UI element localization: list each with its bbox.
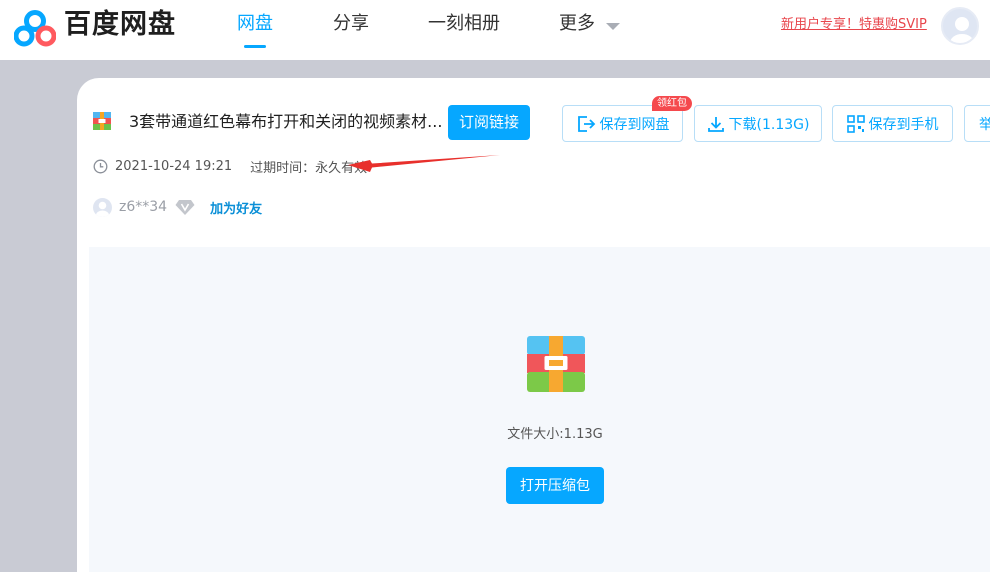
zip-file-icon xyxy=(527,336,585,392)
red-packet-badge: 领红包 xyxy=(652,96,692,111)
report-button[interactable]: 举 xyxy=(964,105,990,142)
sharer-row: z6**34 加为好友 xyxy=(93,197,262,217)
open-archive-button[interactable]: 打开压缩包 xyxy=(506,467,604,504)
save-to-netdisk-label: 保存到网盘 xyxy=(599,116,670,133)
vip-diamond-icon xyxy=(175,199,195,215)
user-avatar-icon xyxy=(950,17,974,43)
share-meta-row: 2021-10-24 19:21 过期时间： 永久有效 xyxy=(93,156,367,176)
add-friend-link[interactable]: 加为好友 xyxy=(210,198,262,217)
nav-active-indicator xyxy=(244,45,266,48)
expire-label: 过期时间： xyxy=(250,160,316,176)
save-to-phone-button[interactable]: 保存到手机 xyxy=(832,105,953,142)
nav-item-album[interactable]: 一刻相册 xyxy=(428,12,500,36)
nav-item-share[interactable]: 分享 xyxy=(333,12,369,36)
baidu-netdisk-logo-icon[interactable] xyxy=(14,9,56,47)
clock-icon xyxy=(93,159,108,173)
sharer-avatar[interactable] xyxy=(93,197,112,217)
file-title: 3套带通道红色幕布打开和关闭的视频素材... xyxy=(129,112,443,131)
avatar[interactable] xyxy=(941,7,979,45)
save-to-phone-label: 保存到手机 xyxy=(868,116,939,133)
file-preview-area xyxy=(89,247,990,572)
nav-item-more[interactable]: 更多 xyxy=(559,12,595,36)
qr-phone-icon xyxy=(846,114,865,133)
chevron-down-icon[interactable] xyxy=(606,23,620,30)
report-label: 举 xyxy=(979,116,990,133)
nav-item-netdisk[interactable]: 网盘 xyxy=(237,12,273,36)
file-size-text: 文件大小:1.13G xyxy=(507,427,603,442)
svip-promo-link[interactable]: 新用户专享！特惠购SVIP xyxy=(781,16,927,34)
download-button[interactable]: 下载(1.13G) xyxy=(694,105,822,142)
zip-file-small-icon xyxy=(93,112,111,130)
sharer-name[interactable]: z6**34 xyxy=(119,199,167,215)
red-arrow-annotation-icon xyxy=(348,155,500,172)
sharer-avatar-icon xyxy=(96,201,109,217)
save-icon xyxy=(577,115,595,132)
download-icon xyxy=(707,116,724,132)
top-header: 百度网盘 网盘 分享 一刻相册 更多 新用户专享！特惠购SVIP xyxy=(0,0,990,60)
download-label: 下载(1.13G) xyxy=(728,116,810,133)
subscribe-button[interactable]: 订阅链接 xyxy=(448,105,530,140)
share-date: 2021-10-24 19:21 xyxy=(115,158,233,174)
logo-text[interactable]: 百度网盘 xyxy=(64,8,176,42)
